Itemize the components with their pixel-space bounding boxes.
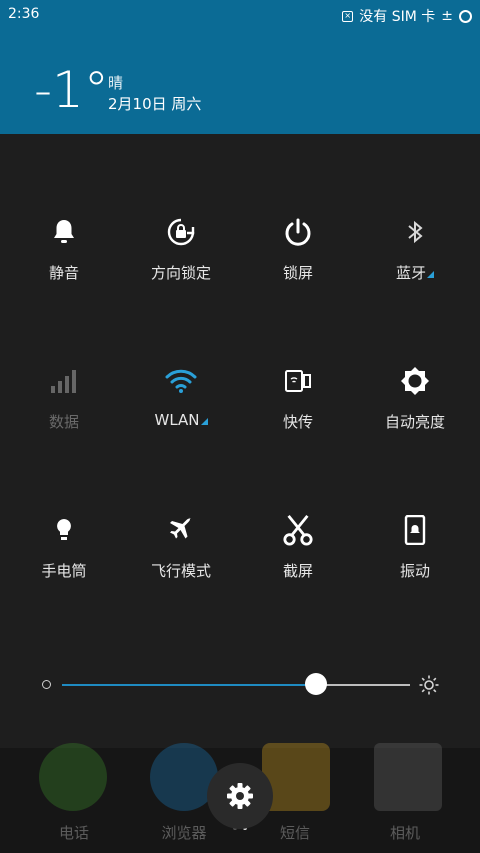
phone-icon (39, 743, 107, 811)
scissors-icon (282, 514, 314, 546)
sim-status-text: 没有 SIM 卡 (359, 9, 436, 25)
rotation-lock-icon (165, 216, 197, 248)
wifi-icon (165, 365, 197, 397)
status-bar: 2:36 × 没有 SIM 卡 ± (0, 0, 480, 28)
toggle-label-with-menu: WLAN (121, 411, 241, 429)
toggle-auto-brightness[interactable]: 自动亮度 (355, 365, 475, 455)
flashlight-icon (48, 514, 80, 546)
dock-app-label: 相机 (389, 824, 420, 842)
toggle-quick-transfer[interactable]: 快传 (238, 365, 358, 455)
toggle-label: 静音 (48, 264, 79, 282)
toggle-flashlight[interactable]: 手电筒 (4, 514, 124, 604)
vibrate-icon (399, 514, 431, 546)
status-time: 2:36 (8, 6, 40, 22)
settings-button[interactable] (207, 763, 273, 829)
toggle-label: 快传 (282, 413, 313, 431)
toggle-label: 锁屏 (282, 264, 313, 282)
dock-app-label: 电话 (58, 824, 89, 842)
brightness-high-icon (419, 675, 439, 695)
airplane-icon (165, 514, 197, 546)
toggle-label: 自动亮度 (384, 413, 445, 431)
toggle-screenshot[interactable]: 截屏 (238, 514, 358, 604)
toggle-label: 手电筒 (41, 562, 87, 580)
brightness-slider[interactable] (62, 684, 410, 686)
brightness-low-icon (42, 680, 51, 689)
menu-corner-icon (427, 271, 434, 278)
toggle-label: 飞行模式 (150, 562, 211, 580)
toggle-label: 振动 (399, 562, 430, 580)
toggle-label: 截屏 (282, 562, 313, 580)
weather-temperature: -1° (34, 61, 109, 119)
toggle-label: 方向锁定 (150, 264, 211, 282)
data-arrows-icon: ± (441, 8, 453, 24)
weather-date: 2月10日 周六 (108, 95, 202, 113)
toggle-airplane-mode[interactable]: 飞行模式 (121, 514, 241, 604)
brightness-slider-thumb[interactable] (305, 673, 328, 695)
toggle-wlan[interactable]: WLAN (121, 365, 241, 455)
weather-condition: 晴 (108, 74, 124, 92)
toggle-vibrate[interactable]: 振动 (355, 514, 475, 604)
toggle-label: 数据 (48, 413, 79, 431)
toggle-rotation-lock[interactable]: 方向锁定 (121, 216, 241, 306)
dock-app-phone: 电话 (0, 743, 120, 853)
bluetooth-icon (399, 216, 431, 248)
toggle-mobile-data[interactable]: 数据 (4, 365, 124, 455)
power-icon (282, 216, 314, 248)
transfer-icon (282, 365, 314, 397)
weather-header[interactable]: 2:36 × 没有 SIM 卡 ± -1° 晴 2月10日 周六 (0, 0, 480, 134)
brightness-slider-fill (62, 684, 317, 686)
bell-icon (48, 216, 80, 248)
gear-icon (227, 783, 253, 809)
dock-app-camera: 相机 (360, 743, 480, 853)
toggle-lock-screen[interactable]: 锁屏 (238, 216, 358, 306)
toggle-silent[interactable]: 静音 (4, 216, 124, 306)
camera-icon (374, 743, 442, 811)
toggle-label-with-menu: 蓝牙 (355, 262, 475, 283)
no-sim-icon: × (342, 10, 354, 22)
status-right: × 没有 SIM 卡 ± (342, 6, 472, 26)
signal-bars-icon (48, 365, 80, 397)
toggle-bluetooth[interactable]: 蓝牙 (355, 216, 475, 306)
menu-corner-icon (200, 418, 208, 425)
battery-ring-icon (459, 9, 472, 23)
auto-brightness-icon (399, 365, 431, 397)
